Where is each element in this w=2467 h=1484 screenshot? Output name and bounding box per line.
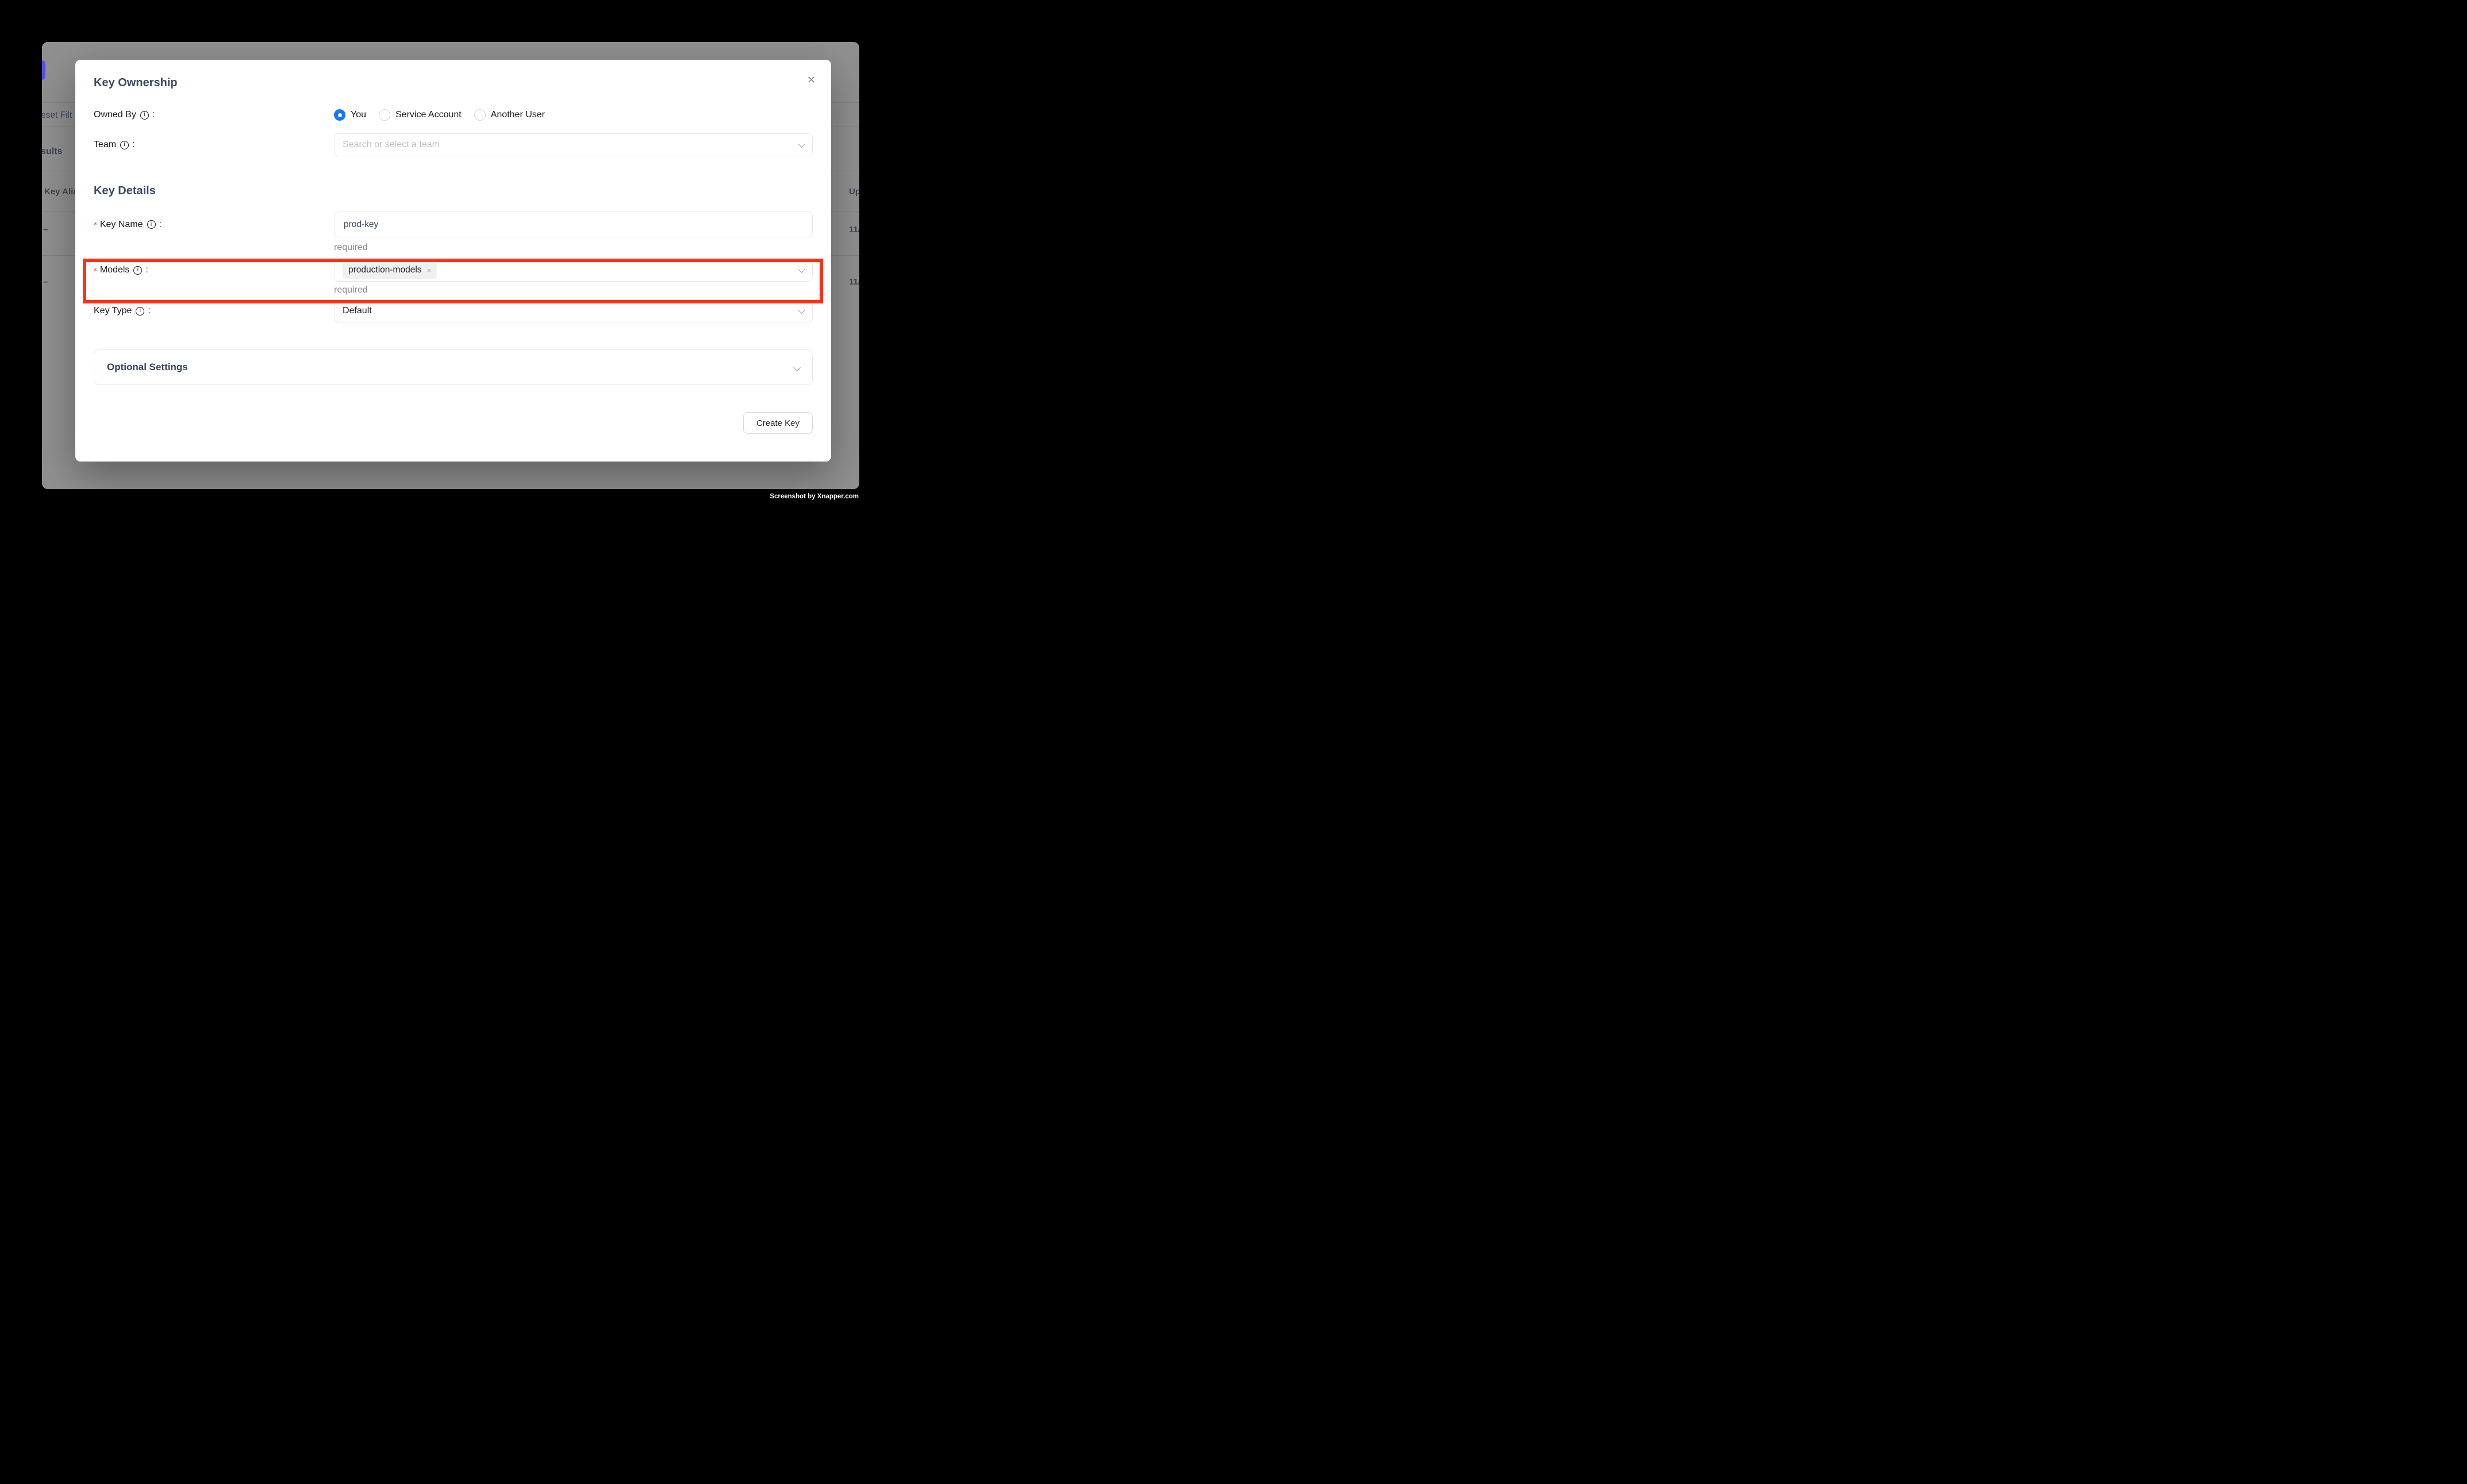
radio-you[interactable]: You <box>334 109 366 121</box>
key-type-row: Key Type i : Default <box>94 299 813 322</box>
models-row: * Models i : production-models × <box>94 259 813 282</box>
owned-by-row: Owned By i : You Service Account Another… <box>94 109 813 121</box>
team-row: Team i : Search or select a team <box>94 133 813 156</box>
section-title-key-details: Key Details <box>94 184 813 198</box>
chevron-down-icon <box>798 266 805 273</box>
models-select[interactable]: production-models × <box>334 259 813 282</box>
radio-service-account[interactable]: Service Account <box>379 109 462 121</box>
owned-by-radio-group: You Service Account Another User <box>334 109 813 121</box>
info-icon[interactable]: i <box>120 141 129 149</box>
chevron-down-icon <box>798 306 805 314</box>
required-asterisk: * <box>94 266 97 276</box>
table-row-alias: – <box>43 225 48 234</box>
column-header-key-alias: Key Alia <box>44 187 78 197</box>
required-asterisk: * <box>94 220 97 230</box>
radio-another-user[interactable]: Another User <box>474 109 545 121</box>
key-name-label: * Key Name i : <box>94 220 334 230</box>
table-row-updated: 11/ <box>849 225 859 234</box>
models-validation: required <box>334 285 813 296</box>
create-key-button[interactable]: Create Key <box>743 412 813 434</box>
key-name-row: * Key Name i : <box>94 212 813 237</box>
key-name-validation: required <box>334 242 813 253</box>
remove-tag-icon[interactable]: × <box>427 266 432 275</box>
owned-by-label: Owned By i : <box>94 110 334 120</box>
selected-model-tag: production-models × <box>343 262 437 279</box>
team-select[interactable]: Search or select a team <box>334 133 813 156</box>
create-key-button-fragment <box>42 60 45 80</box>
chevron-down-icon <box>798 140 805 148</box>
section-title-key-ownership: Key Ownership <box>94 76 813 90</box>
screenshot-canvas: eset Filt sults Key Alia Up – 11/ – 11/ … <box>0 0 901 542</box>
radio-dot <box>334 109 345 121</box>
info-icon[interactable]: i <box>140 111 149 120</box>
chevron-down-icon <box>793 364 801 371</box>
table-row-alias: – <box>43 277 48 287</box>
info-icon[interactable]: i <box>133 266 142 275</box>
team-label: Team i : <box>94 140 334 150</box>
modal-footer: Create Key <box>94 412 813 434</box>
key-type-select[interactable]: Default <box>334 299 813 322</box>
watermark-text: Screenshot by Xnapper.com <box>770 493 859 500</box>
info-icon[interactable]: i <box>147 220 156 229</box>
key-name-input[interactable] <box>334 212 813 237</box>
create-key-modal: ✕ Key Ownership Owned By i : You Service… <box>75 60 831 462</box>
table-row-updated: 11/ <box>849 277 859 287</box>
models-label: * Models i : <box>94 265 334 275</box>
close-icon[interactable]: ✕ <box>807 75 816 85</box>
key-type-label: Key Type i : <box>94 306 334 316</box>
info-icon[interactable]: i <box>136 307 144 316</box>
radio-dot <box>474 109 486 121</box>
reset-filters-button-fragment[interactable]: eset Filt <box>42 110 72 121</box>
column-header-updated: Up <box>849 187 859 197</box>
optional-settings-panel[interactable]: Optional Settings <box>94 349 813 385</box>
results-count-fragment: sults <box>42 147 62 157</box>
radio-dot <box>379 109 390 121</box>
